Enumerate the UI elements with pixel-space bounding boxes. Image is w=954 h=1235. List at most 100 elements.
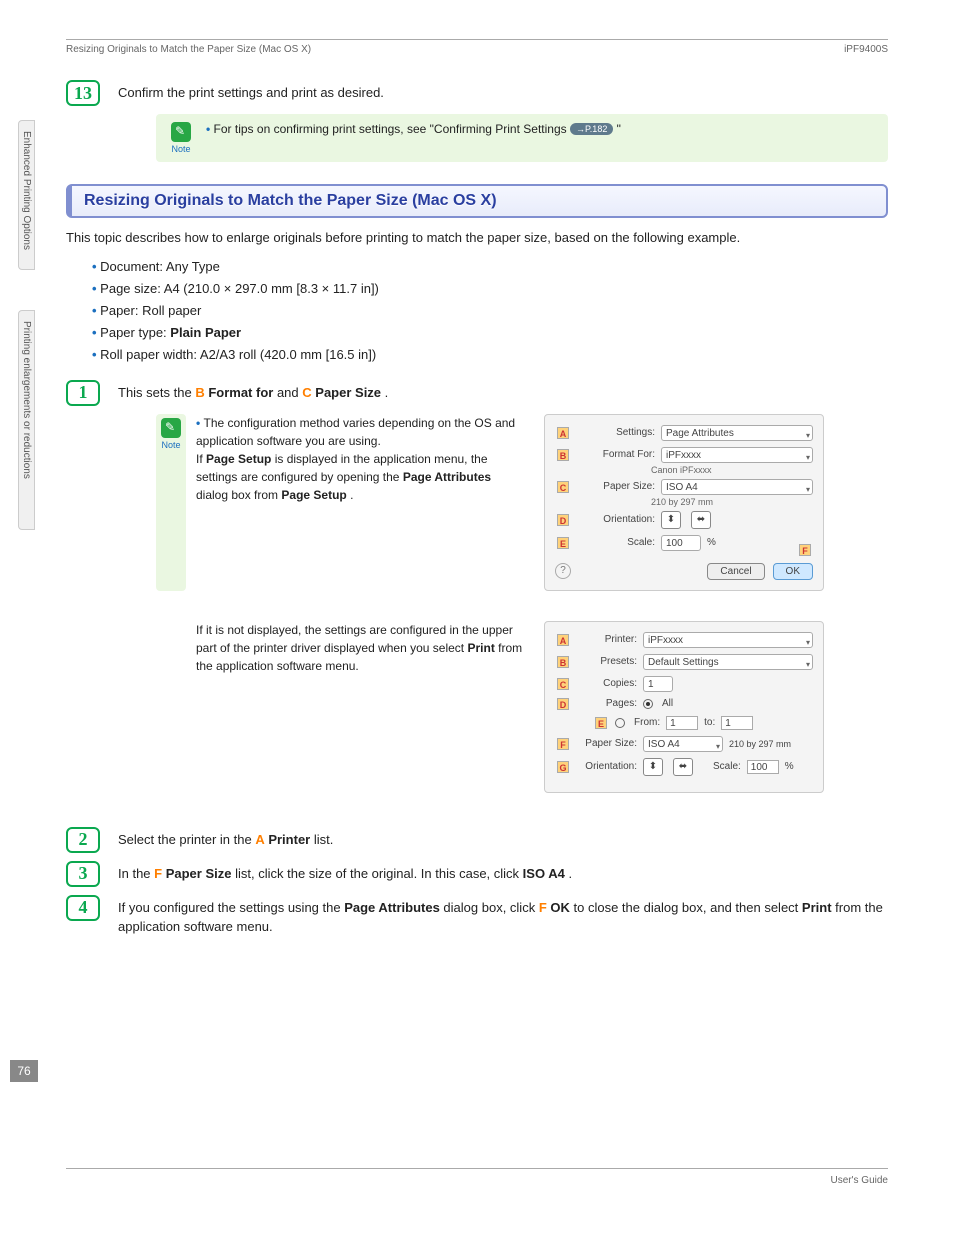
note-caption: Note	[171, 144, 190, 154]
d2-pct: %	[785, 761, 794, 772]
marker-D-d2: D	[557, 698, 569, 710]
d1-paper-label: Paper Size:	[577, 481, 655, 492]
updown-icon: ▾	[806, 450, 810, 466]
note-bullet	[206, 122, 214, 136]
marker-F-d1: F	[799, 544, 811, 556]
d1-paper-sub: 210 by 297 mm	[651, 497, 813, 507]
orient-portrait-button[interactable]: ⬍	[643, 758, 663, 776]
step-number-4: 4	[66, 895, 100, 921]
orient-landscape-button[interactable]: ⬌	[673, 758, 693, 776]
orient-landscape-button[interactable]: ⬌	[691, 511, 711, 529]
spec-1: Document: Any Type	[100, 259, 220, 274]
marker-E-d1: E	[557, 537, 569, 549]
marker-F-s4: F	[539, 900, 547, 915]
note-icon	[171, 122, 191, 142]
spec-2: Page size: A4 (210.0 × 297.0 mm [8.3 × 1…	[100, 281, 379, 296]
marker-F-s3: F	[154, 866, 162, 881]
s2-a: Select the printer in the	[118, 832, 255, 847]
side-tab-enhanced[interactable]: Enhanced Printing Options	[18, 120, 35, 270]
marker-C-d1: C	[557, 481, 569, 493]
sidebar: Enhanced Printing Options Printing enlar…	[0, 0, 40, 1235]
marker-C-d2: C	[557, 678, 569, 690]
s4-d: OK	[550, 900, 570, 915]
d1-scale-field[interactable]: 100	[661, 535, 701, 551]
s4-e: to close the dialog box, and then select	[574, 900, 802, 915]
s1-paper-size: Paper Size	[315, 385, 381, 400]
s2-b: Printer	[268, 832, 310, 847]
section-heading-bar: Resizing Originals to Match the Paper Si…	[66, 184, 888, 218]
marker-F-d2: F	[557, 738, 569, 750]
d2-presets-field[interactable]: Default Settings▾	[643, 654, 813, 670]
marker-B-d2: B	[557, 656, 569, 668]
d2-paper-label: Paper Size:	[577, 738, 637, 749]
d2-pages-label: Pages:	[577, 698, 637, 709]
note-icon	[161, 418, 181, 438]
marker-B: B	[195, 385, 204, 400]
step-2: 2 Select the printer in the A Printer li…	[66, 827, 888, 853]
step-13: 13 Confirm the print settings and print …	[66, 80, 888, 106]
help-button[interactable]: ?	[555, 563, 571, 579]
s3-b: Paper Size	[166, 866, 232, 881]
header-rule	[66, 39, 888, 40]
step-number-1: 1	[66, 380, 100, 406]
step-number-13: 13	[66, 80, 100, 106]
d1-settings-label: Settings:	[577, 427, 655, 438]
spec-3: Paper: Roll paper	[100, 303, 201, 318]
footer-right: User's Guide	[831, 1175, 889, 1186]
s4-a: If you configured the settings using the	[118, 900, 344, 915]
d2-scale-field[interactable]: 100	[747, 760, 779, 774]
d1-settings-field[interactable]: Page Attributes▾	[661, 425, 813, 441]
page-number: 76	[10, 1060, 38, 1082]
spec-4b: Plain Paper	[170, 325, 241, 340]
step-1: 1 This sets the B Format for and C Paper…	[66, 380, 888, 406]
s1-and: and	[277, 385, 302, 400]
d2-from-label: From:	[634, 717, 660, 728]
d1-format-field[interactable]: iPFxxxx▾	[661, 447, 813, 463]
updown-icon: ▾	[806, 635, 810, 651]
note-block-13: Note For tips on confirming print settin…	[156, 114, 888, 162]
xref-p182[interactable]: →P.182	[570, 123, 613, 135]
step-number-2: 2	[66, 827, 100, 853]
s1-end: .	[385, 385, 389, 400]
s1-note2a: If it is not displayed, the settings are…	[196, 623, 513, 655]
radio-from[interactable]	[615, 718, 625, 728]
d2-paper-field[interactable]: ISO A4▾	[643, 736, 723, 752]
spec-4a: Paper type:	[100, 325, 170, 340]
d1-format-sub: Canon iPFxxxx	[651, 465, 813, 475]
d2-from-field[interactable]: 1	[666, 716, 698, 730]
side-tab-enlargements[interactable]: Printing enlargements or reductions	[18, 310, 35, 530]
d2-all: All	[662, 698, 673, 709]
d2-to-label: to:	[704, 717, 715, 728]
marker-B-d1: B	[557, 449, 569, 461]
note-13-suffix: "	[617, 122, 621, 136]
marker-E-d2: E	[595, 717, 607, 729]
s4-c: dialog box, click	[443, 900, 538, 915]
d2-copies-field[interactable]: 1	[643, 676, 673, 692]
cancel-button[interactable]: Cancel	[707, 563, 764, 580]
note-13-text: For tips on confirming print settings, s…	[214, 122, 570, 136]
d2-to-field[interactable]: 1	[721, 716, 753, 730]
d2-presets-label: Presets:	[577, 656, 637, 667]
note-caption: Note	[161, 440, 180, 450]
s1-note2b: Print	[467, 641, 494, 655]
marker-G-d2: G	[557, 761, 569, 773]
page-setup-dialog: A Settings: Page Attributes▾ B Format Fo…	[544, 414, 824, 591]
d1-paper-field[interactable]: ISO A4▾	[661, 479, 813, 495]
s1-note1b-b: Page Setup	[206, 452, 271, 466]
marker-A-d2: A	[557, 634, 569, 646]
s1-note1b-a: If	[196, 452, 206, 466]
s1-note1b-f: Page Setup	[281, 488, 346, 502]
updown-icon: ▾	[716, 739, 720, 755]
orient-portrait-button[interactable]: ⬍	[661, 511, 681, 529]
radio-all[interactable]	[643, 699, 653, 709]
d2-printer-field[interactable]: iPFxxxx▾	[643, 632, 813, 648]
step-13-text: Confirm the print settings and print as …	[118, 80, 888, 103]
ok-button[interactable]: OK	[773, 563, 813, 580]
updown-icon: ▾	[806, 482, 810, 498]
step-3: 3 In the F Paper Size list, click the si…	[66, 861, 888, 887]
header-right: iPF9400S	[844, 44, 888, 55]
d2-copies-label: Copies:	[577, 678, 637, 689]
intro-paragraph: This topic describes how to enlarge orig…	[66, 228, 888, 248]
marker-C: C	[302, 385, 311, 400]
s1-pre: This sets the	[118, 385, 195, 400]
